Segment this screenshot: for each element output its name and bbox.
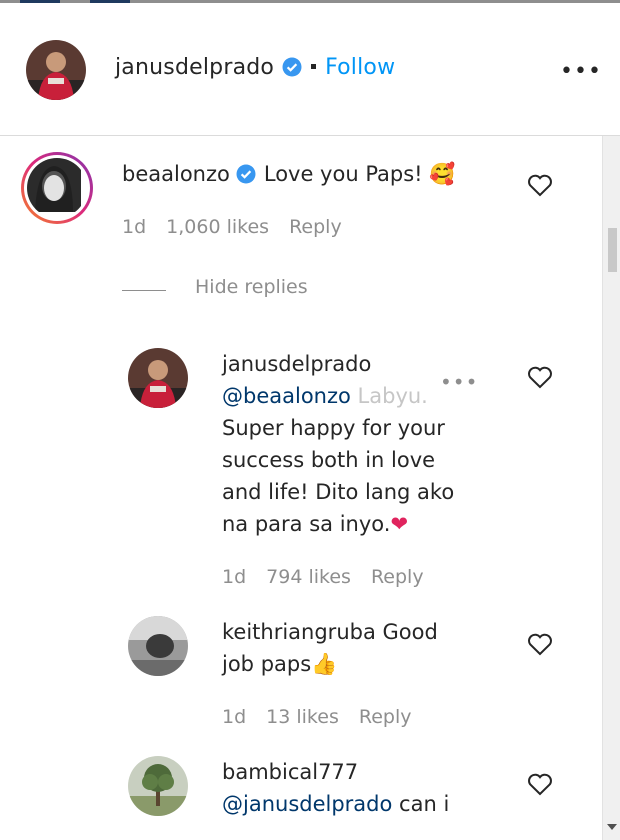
heart-outline-icon[interactable] — [527, 365, 553, 389]
heart-outline-icon[interactable] — [527, 173, 553, 197]
post-author: janusdelprado Follow — [115, 55, 395, 80]
verified-badge-icon — [236, 164, 256, 184]
like-count[interactable]: 13 likes — [266, 706, 339, 728]
avatar-image — [128, 348, 188, 408]
hide-replies-line — [122, 290, 166, 291]
reply-text-line: and life! Dito lang ako — [222, 480, 455, 504]
scrollbar-thumb[interactable] — [608, 228, 617, 272]
avatar-image — [27, 158, 81, 212]
comment-time[interactable]: 1d — [222, 706, 246, 728]
reply-text-line: Labyu. — [357, 384, 428, 408]
username-link[interactable]: janusdelprado — [115, 55, 274, 80]
comment-time[interactable]: 1d — [122, 216, 146, 238]
comments-list[interactable]: beaalonzo Love you Paps! 🥰 1d 1,060 likes R… — [0, 136, 600, 840]
follow-button[interactable]: Follow — [325, 55, 395, 80]
separator-dot — [311, 64, 317, 69]
reply-button[interactable]: Reply — [359, 706, 412, 728]
reply-meta: 1d 13 likes Reply — [222, 706, 431, 728]
comment-text: Love you Paps! — [263, 162, 423, 186]
reply-body: keithriangruba Good job paps👍 — [222, 616, 512, 680]
avatar-image — [128, 616, 188, 676]
avatar[interactable] — [26, 40, 86, 100]
reply-button[interactable]: Reply — [371, 566, 424, 588]
reply-text-line: Good — [382, 620, 438, 644]
reply-username[interactable]: bambical777 — [222, 756, 512, 788]
avatar-image — [128, 756, 188, 816]
reply-text-line: Super happy for your — [222, 416, 445, 440]
avatar-image — [26, 40, 86, 100]
reply-text-line: success both in love — [222, 448, 436, 472]
heart-emoji: ❤ — [390, 512, 409, 536]
reply-text-line: na para sa inyo. — [222, 512, 391, 536]
heart-outline-icon[interactable] — [527, 632, 553, 656]
comment-body: beaalonzo Love you Paps! 🥰 — [122, 158, 455, 190]
hide-replies-button[interactable]: Hide replies — [195, 276, 308, 298]
heart-outline-icon[interactable] — [527, 772, 553, 796]
mention-link[interactable]: @janusdelprado — [222, 792, 392, 816]
mention-link[interactable]: @beaalonzo — [222, 384, 351, 408]
avatar[interactable] — [128, 756, 188, 816]
emoji: 🥰 — [429, 162, 456, 186]
reply-text-line: job paps — [222, 652, 312, 676]
comment-time[interactable]: 1d — [222, 566, 246, 588]
reply-button[interactable]: Reply — [289, 216, 342, 238]
scroll-down-arrow-icon[interactable] — [607, 824, 617, 830]
like-count[interactable]: 794 likes — [266, 566, 351, 588]
comment-username[interactable]: beaalonzo — [122, 162, 230, 186]
more-options-icon[interactable]: ••• — [440, 370, 478, 394]
comment-meta: 1d 1,060 likes Reply — [122, 216, 362, 238]
reply-body: bambical777 @janusdelprado can i — [222, 756, 512, 820]
avatar[interactable] — [128, 616, 188, 676]
scrollbar[interactable] — [602, 136, 620, 840]
reply-username[interactable]: keithriangruba — [222, 620, 376, 644]
story-ring-avatar[interactable] — [21, 152, 93, 224]
more-options-icon[interactable]: ••• — [560, 59, 602, 84]
thumbs-up-emoji: 👍 — [311, 652, 338, 676]
verified-badge-icon — [282, 57, 302, 77]
avatar[interactable] — [128, 348, 188, 408]
reply-text-line: can i — [399, 792, 450, 816]
reply-meta: 1d 794 likes Reply — [222, 566, 444, 588]
like-count[interactable]: 1,060 likes — [166, 216, 269, 238]
post-header: janusdelprado Follow ••• — [0, 3, 620, 136]
